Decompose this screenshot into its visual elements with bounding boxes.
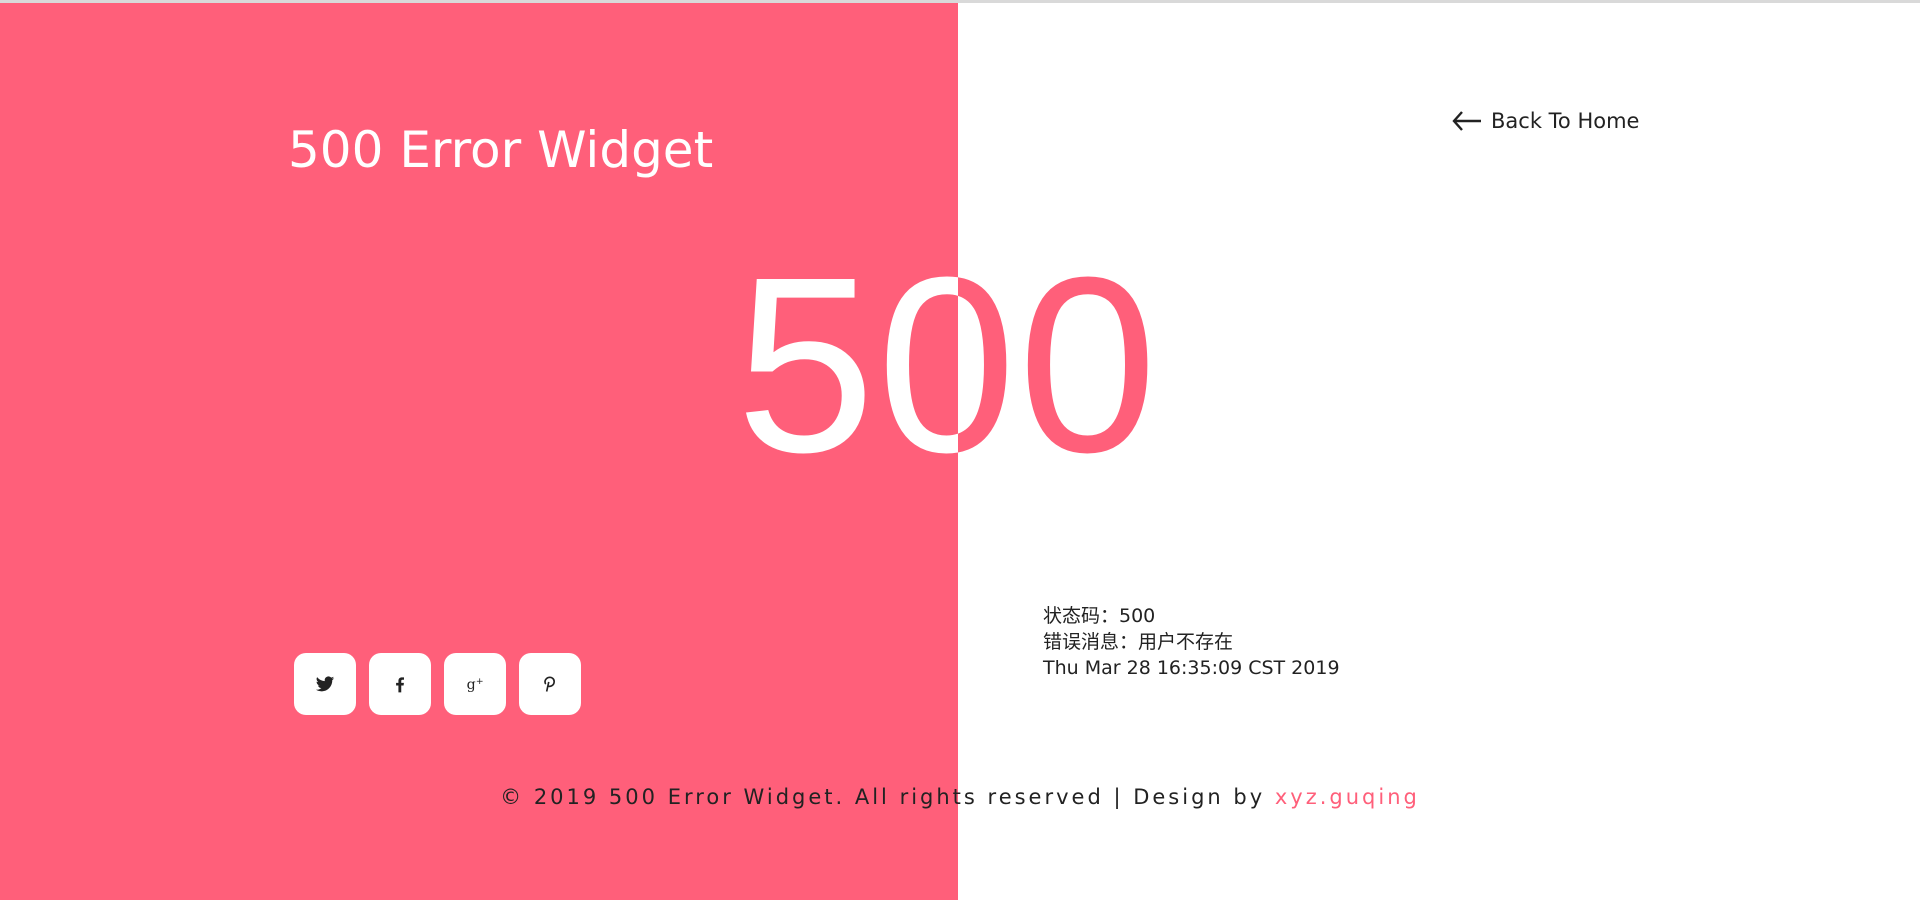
error-timestamp: Thu Mar 28 16:35:09 CST 2019	[1043, 657, 1340, 679]
arrow-left-icon	[1452, 111, 1481, 131]
google-plus-icon: g +	[467, 676, 484, 693]
error-code-display: 500 500	[0, 250, 1920, 480]
facebook-button[interactable]	[369, 653, 431, 715]
designer-link[interactable]: xyz.guqing	[1275, 785, 1420, 809]
status-code-line: 状态码：500	[1043, 605, 1156, 627]
google-plus-button[interactable]: g +	[444, 653, 506, 715]
footer: © 2019 500 Error Widget. All rights rese…	[0, 785, 1920, 809]
svg-text:g: g	[467, 677, 476, 693]
twitter-icon	[315, 676, 335, 692]
twitter-button[interactable]	[294, 653, 356, 715]
page-title: 500 Error Widget	[288, 120, 714, 179]
facebook-icon	[396, 677, 404, 693]
error-message-line: 错误消息：用户不存在	[1043, 631, 1234, 653]
pinterest-icon	[544, 676, 556, 692]
back-link-label: Back To Home	[1491, 109, 1640, 133]
error-page: 500 Error Widget Back To Home 500 500 状态…	[0, 0, 1920, 900]
social-links: g +	[294, 653, 581, 715]
error-details: 状态码：500 错误消息：用户不存在 Thu Mar 28 16:35:09 C…	[1043, 603, 1340, 681]
copyright-text: © 2019 500 Error Widget. All rights rese…	[500, 785, 1275, 809]
svg-text:+: +	[476, 676, 484, 687]
back-to-home-link[interactable]: Back To Home	[1451, 106, 1639, 136]
pinterest-button[interactable]	[519, 653, 581, 715]
